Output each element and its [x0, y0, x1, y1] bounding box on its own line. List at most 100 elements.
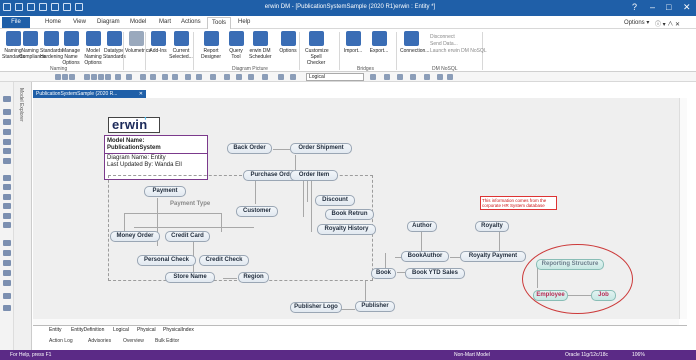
tool-icon[interactable]	[3, 293, 11, 299]
maximize-button[interactable]: □	[666, 2, 671, 12]
toolbar-icon[interactable]	[105, 74, 111, 80]
entity-author[interactable]: Author	[407, 221, 437, 232]
close-button[interactable]: ✕	[683, 2, 691, 12]
toolbar-icon[interactable]	[384, 74, 390, 80]
toolbar-icon[interactable]	[248, 74, 254, 80]
entity-employee[interactable]: Employee	[533, 290, 568, 301]
toolbar-icon[interactable]	[62, 74, 68, 80]
nosql-action[interactable]: Launch erwin DM NoSQL	[430, 48, 487, 54]
scheduler-button[interactable]: erwin DM Scheduler	[249, 31, 272, 60]
tool-icon[interactable]	[3, 270, 11, 276]
toolbar-icon[interactable]	[397, 74, 403, 80]
entity-credit-check[interactable]: Credit Check	[199, 255, 249, 266]
menu-diagram[interactable]: Diagram	[97, 19, 120, 25]
toolbar-icon[interactable]	[290, 74, 296, 80]
toolbar-icon[interactable]	[84, 74, 90, 80]
tool-icon[interactable]	[3, 250, 11, 256]
tab-action-log[interactable]: Action Log	[49, 338, 73, 344]
toolbar-icon[interactable]	[98, 74, 104, 80]
tool-icon[interactable]	[3, 280, 11, 286]
toolbar-icon[interactable]	[424, 74, 430, 80]
customize-quick-access-icon[interactable]	[75, 3, 83, 11]
toolbar-icon[interactable]	[115, 74, 121, 80]
menu-actions[interactable]: Actions	[181, 19, 201, 25]
entity-personal-check[interactable]: Personal Check	[137, 255, 196, 266]
connection-button[interactable]: Connection...	[400, 31, 429, 54]
minimize-button[interactable]: –	[650, 2, 655, 12]
entity-payment[interactable]: Payment	[144, 186, 186, 197]
tool-icon[interactable]	[3, 213, 11, 219]
tool-icon[interactable]	[3, 175, 11, 181]
toolbar-icon[interactable]	[150, 74, 156, 80]
menu-help[interactable]: Help	[238, 19, 250, 25]
toolbar-icon[interactable]	[262, 74, 268, 80]
options-button[interactable]: Options	[277, 31, 299, 54]
entity-job[interactable]: Job	[591, 290, 616, 301]
tool-icon[interactable]	[3, 194, 11, 200]
toolbar-icon[interactable]	[185, 74, 191, 80]
tool-icon[interactable]	[3, 129, 11, 135]
entity-discount[interactable]: Discount	[315, 195, 355, 206]
tool-icon[interactable]	[3, 305, 11, 311]
toolbar-icon[interactable]	[126, 74, 132, 80]
entity-order-item[interactable]: Order Item	[290, 170, 338, 181]
toolbar-icon[interactable]	[236, 74, 242, 80]
tool-icon[interactable]	[3, 96, 11, 102]
entity-royalty[interactable]: Royalty	[475, 221, 509, 232]
sheet-tab-physical-index[interactable]: PhysicalIndex	[163, 327, 194, 333]
entity-order-shipment[interactable]: Order Shipment	[290, 143, 352, 154]
menu-tools[interactable]: Tools	[207, 17, 232, 29]
entity-royalty-history[interactable]: Royalty History	[317, 224, 376, 235]
entity-royalty-payment[interactable]: Royalty Payment	[460, 251, 526, 262]
menu-mart[interactable]: Mart	[159, 19, 171, 25]
toolbar-icon[interactable]	[91, 74, 97, 80]
entity-book[interactable]: Book	[371, 268, 396, 279]
entity-credit-card[interactable]: Credit Card	[165, 231, 210, 242]
entity-reporting-structure[interactable]: Reporting Structure	[536, 259, 604, 270]
entity-back-order[interactable]: Back Order	[227, 143, 272, 154]
help-icons[interactable]: ⓘ ▾ ∧ ✕	[655, 19, 680, 28]
save-icon[interactable]	[27, 3, 35, 11]
sheet-tab-logical[interactable]: Logical	[113, 327, 129, 333]
entity-book-author[interactable]: BookAuthor	[401, 251, 449, 262]
spell-checker-button[interactable]: Customize Spell Checker	[305, 31, 329, 66]
toolbar-icon[interactable]	[224, 74, 230, 80]
entity-customer[interactable]: Customer	[236, 206, 278, 217]
import-button[interactable]: Import...	[342, 31, 364, 54]
menu-home[interactable]: Home	[45, 19, 61, 25]
nosql-action[interactable]: Send Data...	[430, 41, 458, 47]
display-level-select[interactable]: Logical	[306, 73, 364, 81]
entity-book-return[interactable]: Book Retrun	[325, 209, 374, 220]
diagram-canvas[interactable]: erwin’ Model Name: PublicationSystem Dia…	[33, 98, 679, 319]
help-button[interactable]: ?	[632, 2, 637, 12]
subtype-payment-type[interactable]: Payment Type	[170, 201, 210, 207]
toolbar-icon[interactable]	[140, 74, 146, 80]
new-icon[interactable]	[15, 3, 23, 11]
standards-hardening-button[interactable]: Standards Hardening	[40, 31, 63, 60]
toolbar-icon[interactable]	[447, 74, 453, 80]
tool-icon[interactable]	[3, 222, 11, 228]
datatype-button[interactable]: Datatype Standards	[103, 31, 126, 60]
options-dropdown[interactable]: Options ▾	[624, 19, 649, 26]
sheet-tab-entity[interactable]: Entity	[49, 327, 62, 333]
print-icon[interactable]	[63, 3, 71, 11]
toolbar-icon[interactable]	[69, 74, 75, 80]
entity-publisher[interactable]: Publisher	[355, 301, 395, 312]
toolbar-icon[interactable]	[162, 74, 168, 80]
query-tool-button[interactable]: Query Tool	[225, 31, 247, 60]
current-selected-button[interactable]: Current Selected...	[166, 31, 196, 60]
tool-icon[interactable]	[3, 119, 11, 125]
volumetrics-button[interactable]: Volumetrics	[125, 31, 151, 54]
entity-book-ytd-sales[interactable]: Book YTD Sales	[405, 268, 465, 279]
tab-advisories[interactable]: Advisories	[88, 338, 111, 344]
toolbar-icon[interactable]	[55, 74, 61, 80]
naming-compliance-button[interactable]: Naming Compliance	[19, 31, 45, 60]
entity-region[interactable]: Region	[238, 272, 269, 283]
vertical-scrollbar[interactable]	[679, 98, 687, 319]
sheet-tab-physical[interactable]: Physical	[137, 327, 156, 333]
tab-overview[interactable]: Overview	[123, 338, 144, 344]
nosql-action[interactable]: Disconnect	[430, 34, 455, 40]
redo-icon[interactable]	[51, 3, 59, 11]
export-button[interactable]: Export...	[368, 31, 390, 54]
toolbar-icon[interactable]	[210, 74, 216, 80]
